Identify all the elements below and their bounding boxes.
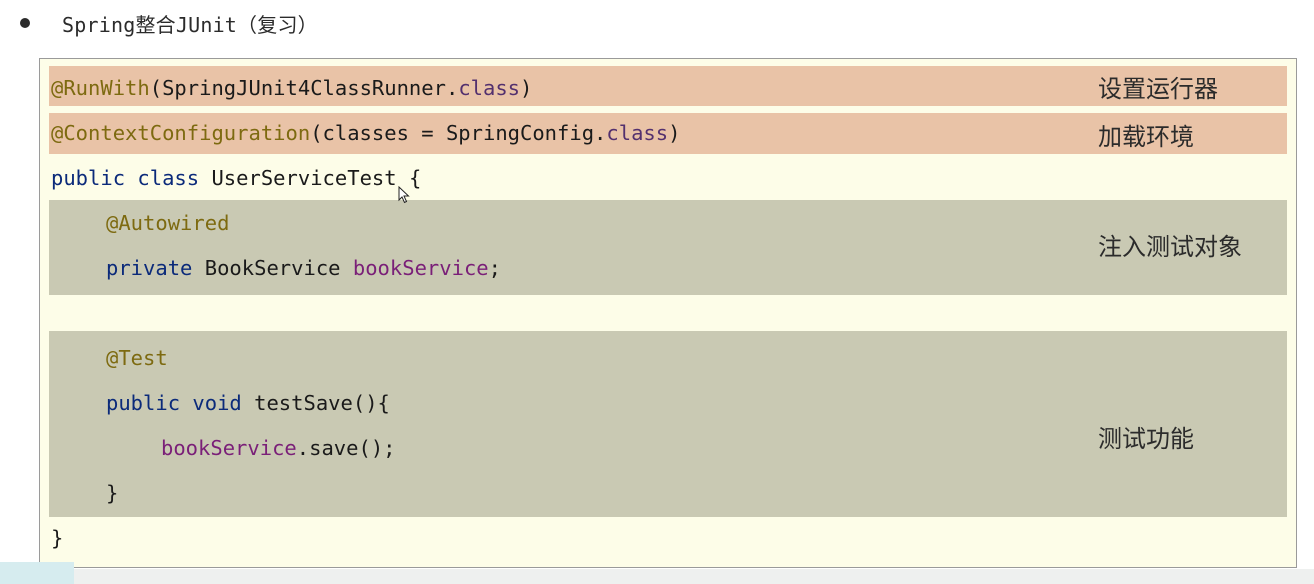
keyword-token: class [458, 76, 521, 100]
field-token: bookService [352, 256, 489, 280]
code-line-autowired: @Autowired [51, 201, 229, 246]
class-name: UserServiceTest { [211, 166, 422, 190]
code-text: ) [668, 121, 681, 145]
code-line-class-decl: public class UserServiceTest { [51, 156, 421, 201]
code-line-method-close: } [51, 471, 118, 516]
code-text: .save(); [296, 436, 396, 460]
code-text: } [51, 526, 64, 550]
annotation-token: @Autowired [106, 211, 230, 235]
code-text: (SpringJUnit4ClassRunner. [149, 76, 459, 100]
code-text: ; [488, 256, 501, 280]
note-inject: 注入测试对象 [1098, 233, 1242, 261]
keyword-token: public [106, 391, 181, 415]
code-line-class-close: } [51, 516, 63, 561]
annotation-token: @RunWith [51, 76, 150, 100]
code-line-call: bookService.save(); [51, 426, 396, 471]
keyword-token: class [137, 166, 200, 190]
bottom-strip [0, 569, 1314, 584]
note-env: 加载环境 [1098, 123, 1194, 151]
code-line-runwith: @RunWith(SpringJUnit4ClassRunner.class) [51, 66, 532, 111]
note-runner: 设置运行器 [1098, 75, 1218, 103]
keyword-token: class [606, 121, 669, 145]
keyword-token: private [106, 256, 193, 280]
code-panel: @RunWith(SpringJUnit4ClassRunner.class) … [39, 58, 1297, 568]
code-line-test-annotation: @Test [51, 336, 168, 381]
heading-text: Spring整合JUnit（复习） [62, 12, 318, 37]
code-line-method-decl: public void testSave(){ [51, 381, 390, 426]
code-line-context-config: @ContextConfiguration(classes = SpringCo… [51, 111, 680, 156]
mouse-cursor-icon [398, 186, 410, 204]
keyword-token: void [192, 391, 242, 415]
code-text: (classes = SpringConfig. [310, 121, 607, 145]
method-name: testSave(){ [254, 391, 390, 415]
note-test: 测试功能 [1098, 425, 1194, 453]
annotation-token: @ContextConfiguration [51, 121, 311, 145]
code-line-field: private BookService bookService; [51, 246, 501, 291]
bullet-icon [20, 18, 30, 28]
slide-heading: Spring整合JUnit（复习） [18, 6, 318, 40]
keyword-token: public [51, 166, 126, 190]
field-token: bookService [161, 436, 297, 460]
type-name: BookService [204, 256, 341, 280]
bottom-accent [0, 562, 74, 584]
code-text: ) [520, 76, 533, 100]
code-text: } [106, 481, 119, 505]
annotation-token: @Test [106, 346, 168, 370]
